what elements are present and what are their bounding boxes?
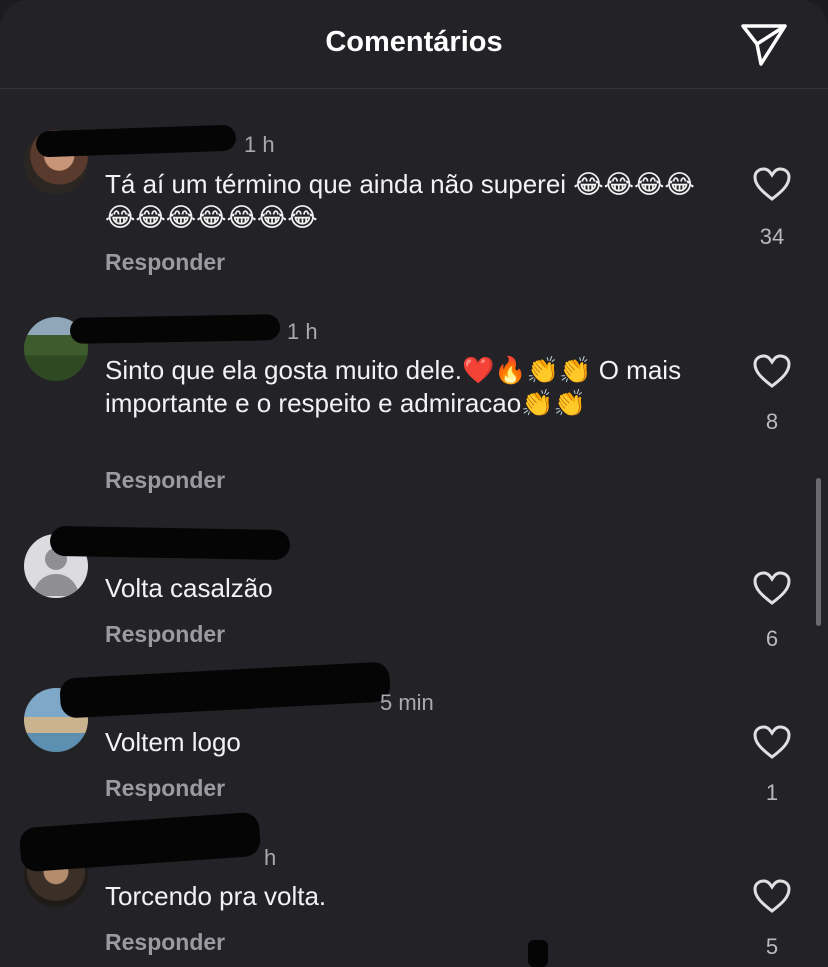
comments-sheet: Comentários 1 h Tá aí um término que ain… <box>0 0 828 967</box>
redacted-username <box>35 124 237 158</box>
redacted-username <box>18 811 262 873</box>
comment-meta: 1 h <box>244 132 275 158</box>
heart-icon[interactable] <box>752 878 792 914</box>
like-count: 1 <box>765 780 779 805</box>
reply-button[interactable]: Responder <box>105 621 225 648</box>
comment-text: Volta casalzão <box>105 573 273 603</box>
comment-time: 1 h <box>287 319 318 344</box>
reply-button[interactable]: Responder <box>105 775 225 802</box>
heart-icon[interactable] <box>752 166 792 202</box>
like-count: 8 <box>765 409 779 434</box>
scrollbar[interactable] <box>816 478 821 626</box>
redacted-username <box>49 525 291 561</box>
heart-icon[interactable] <box>752 570 792 606</box>
comment-time: 1 h <box>244 132 275 157</box>
like-count: 5 <box>765 934 779 959</box>
like-count: 6 <box>765 626 779 651</box>
comment-text: Sinto que ela gosta muito dele.❤️🔥👏👏 O m… <box>105 355 682 418</box>
reply-button[interactable]: Responder <box>105 467 225 494</box>
heart-icon[interactable] <box>752 353 792 389</box>
like-count: 34 <box>759 224 785 249</box>
redacted-username <box>59 661 391 719</box>
comment-text: Voltem logo <box>105 727 241 757</box>
comment-time: 5 min <box>380 690 434 715</box>
comment-meta: 5 min <box>380 690 434 716</box>
page-title: Comentários <box>325 26 503 58</box>
heart-icon[interactable] <box>752 724 792 760</box>
comment-meta: 1 h <box>287 319 318 345</box>
redacted-username <box>69 314 281 344</box>
redacted-mark <box>528 940 548 967</box>
comment-meta: h <box>264 845 276 871</box>
comments-header: Comentários <box>0 0 828 89</box>
reply-button[interactable]: Responder <box>105 249 225 276</box>
paper-plane-icon[interactable] <box>739 22 789 68</box>
reply-button[interactable]: Responder <box>105 929 225 956</box>
comment-time: h <box>264 845 277 870</box>
comment-text: Torcendo pra volta. <box>105 881 327 911</box>
comment-text: Tá aí um término que ainda não superei 😂… <box>105 169 695 232</box>
